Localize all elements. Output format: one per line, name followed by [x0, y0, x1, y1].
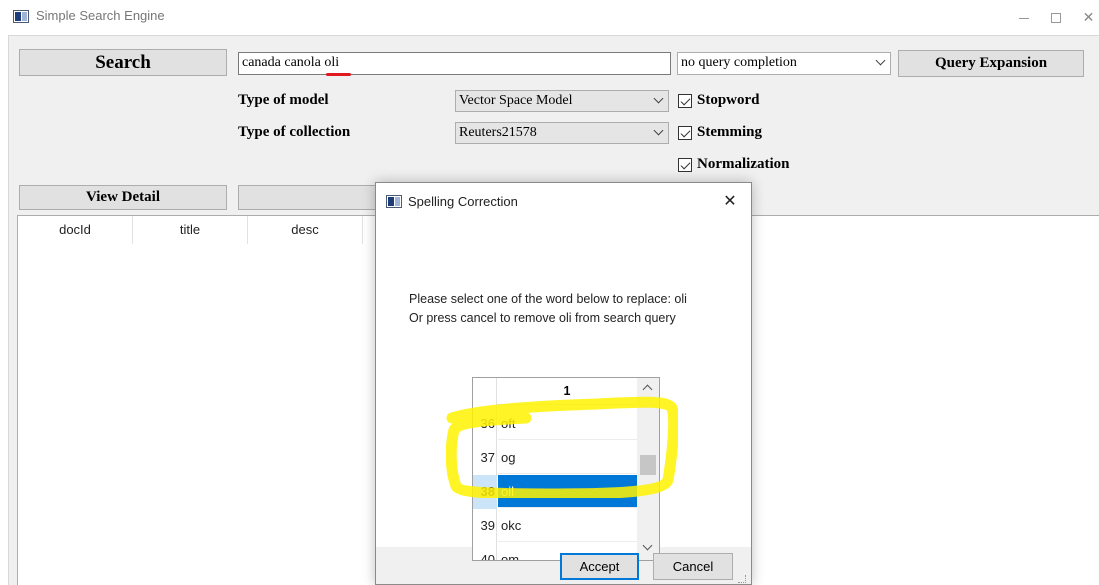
list-column-header[interactable]: 1 [497, 378, 637, 405]
list-scrollbar[interactable] [637, 378, 659, 560]
column-header-desc[interactable]: desc [248, 216, 363, 244]
resize-grip-icon[interactable] [738, 575, 746, 583]
close-icon[interactable]: ✕ [720, 191, 740, 211]
window-title: Simple Search Engine [36, 8, 165, 23]
search-button[interactable]: Search [19, 49, 227, 76]
maximize-icon [1051, 13, 1061, 24]
row-number: 36 [480, 416, 495, 431]
row-number: 37 [480, 450, 495, 465]
dialog-message-line1: Please select one of the word below to r… [409, 292, 687, 306]
chevron-down-icon [875, 55, 886, 66]
collection-select-value: Reuters21578 [459, 125, 537, 140]
chevron-down-icon [653, 125, 664, 136]
model-label: Type of model [238, 92, 329, 108]
list-item[interactable]: 36 oft [473, 407, 637, 441]
suggestion-word: og [498, 441, 637, 474]
row-number: 38 [473, 475, 497, 509]
row-number: 39 [480, 518, 495, 533]
collection-select[interactable]: Reuters21578 [455, 122, 669, 144]
column-header-docid[interactable]: docId [18, 216, 133, 244]
dialog-title-bar: Spelling Correction ✕ [376, 183, 751, 219]
stemming-label: Stemming [697, 124, 762, 140]
dialog-title: Spelling Correction [408, 194, 518, 209]
minimize-button[interactable] [1010, 4, 1038, 30]
cancel-button[interactable]: Cancel [653, 553, 733, 580]
dialog-body: Please select one of the word below to r… [376, 219, 751, 561]
spellcheck-squiggle [326, 73, 351, 76]
minimize-icon [1019, 17, 1029, 19]
scroll-up-icon[interactable] [642, 384, 653, 395]
suggestion-word: oil [498, 475, 637, 508]
app-icon [13, 10, 29, 23]
checkbox-checked-icon [678, 94, 692, 108]
suggestion-word: oft [498, 407, 637, 440]
model-select-value: Vector Space Model [459, 93, 573, 108]
view-detail-button[interactable]: View Detail [19, 185, 227, 210]
checkbox-checked-icon [678, 158, 692, 172]
normalization-label: Normalization [697, 156, 790, 172]
query-expansion-button[interactable]: Query Expansion [898, 50, 1084, 77]
spelling-correction-dialog: Spelling Correction ✕ Please select one … [375, 182, 752, 585]
secondary-action-button[interactable] [238, 185, 388, 210]
scroll-down-icon[interactable] [642, 540, 653, 551]
search-input[interactable]: canada canola oli [238, 52, 671, 76]
title-bar: Simple Search Engine ✕ [0, 0, 1099, 34]
suggestion-word: okc [498, 509, 637, 542]
suggestion-list[interactable]: 1 36 oft 37 og 38 oil 39 okc 40 om [472, 377, 660, 561]
maximize-button[interactable] [1042, 4, 1070, 30]
list-item[interactable]: 39 okc [473, 509, 637, 543]
close-window-button[interactable]: ✕ [1078, 4, 1099, 30]
query-completion-select[interactable]: no query completion [677, 52, 891, 75]
model-select[interactable]: Vector Space Model [455, 90, 669, 112]
accept-button[interactable]: Accept [560, 553, 639, 580]
search-input-text: canada canola oli [242, 55, 340, 70]
collection-label: Type of collection [238, 124, 351, 140]
row-number: 40 [480, 552, 495, 561]
list-item[interactable]: 37 og [473, 441, 637, 475]
column-header-title[interactable]: title [133, 216, 248, 244]
dialog-message-line2: Or press cancel to remove oli from searc… [409, 311, 676, 325]
app-icon [386, 195, 402, 208]
stopword-label: Stopword [697, 92, 760, 108]
checkbox-checked-icon [678, 126, 692, 140]
query-completion-value: no query completion [681, 55, 797, 70]
chevron-down-icon [653, 93, 664, 104]
scrollbar-thumb[interactable] [640, 455, 656, 475]
list-item-selected[interactable]: 38 oil [473, 475, 637, 509]
